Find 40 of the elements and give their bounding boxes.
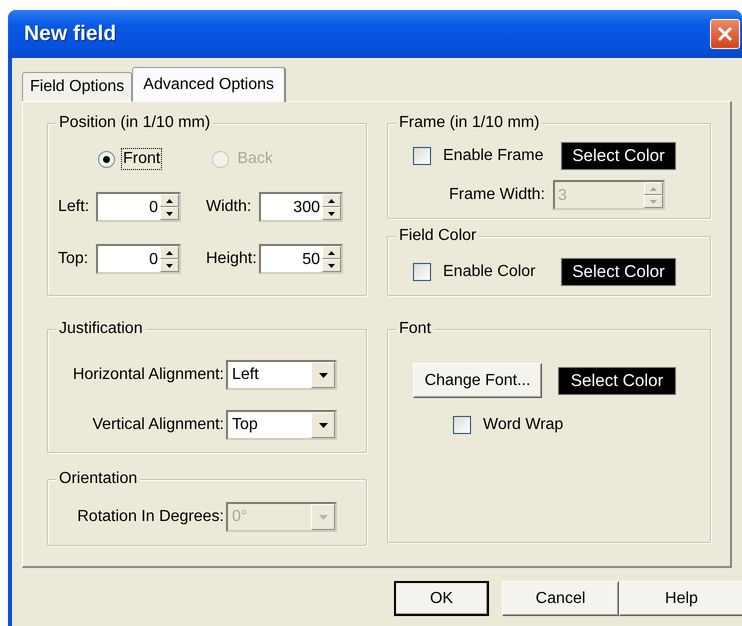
dialog-button[interactable]: Cancel bbox=[502, 581, 619, 616]
dropdown[interactable]: Top bbox=[226, 410, 337, 440]
checkbox-label: Enable Frame bbox=[443, 147, 544, 165]
checkbox[interactable] bbox=[413, 263, 431, 281]
radio-button[interactable] bbox=[98, 150, 115, 168]
dialog-button[interactable]: OK bbox=[394, 581, 489, 616]
checkbox-label: Word Wrap bbox=[483, 416, 564, 434]
group-title: Justification bbox=[59, 320, 143, 337]
close-button[interactable] bbox=[710, 19, 740, 49]
radio-label: Back bbox=[236, 149, 274, 169]
field-label: Horizontal Alignment: bbox=[72, 366, 224, 384]
checkbox-label: Enable Color bbox=[443, 263, 536, 281]
caret-icon bbox=[318, 372, 328, 378]
color-button[interactable]: Select Color bbox=[561, 142, 676, 170]
radio-label: Front bbox=[121, 148, 162, 170]
field-label: Top: bbox=[58, 250, 90, 268]
field-label: Height: bbox=[206, 250, 258, 268]
caret-icon bbox=[318, 514, 328, 520]
group-title: Position (in 1/10 mm) bbox=[59, 114, 210, 131]
dropdown[interactable]: Left bbox=[226, 360, 337, 390]
color-button[interactable]: Select Color bbox=[561, 258, 676, 286]
group-title: Orientation bbox=[59, 470, 138, 487]
group-title: Font bbox=[399, 320, 432, 337]
window-title: New field bbox=[23, 22, 116, 46]
field-label: Left: bbox=[58, 198, 90, 216]
field-label: Width: bbox=[206, 198, 252, 216]
tab[interactable]: Advanced Options bbox=[132, 67, 286, 102]
tab[interactable]: Field Options bbox=[22, 72, 132, 101]
change-font-button[interactable]: Change Font... bbox=[413, 363, 542, 398]
dialog-button[interactable]: Help bbox=[619, 581, 742, 616]
group-title: Frame (in 1/10 mm) bbox=[399, 114, 540, 131]
checkbox[interactable] bbox=[413, 147, 431, 165]
checkbox[interactable] bbox=[453, 416, 471, 434]
caret-icon bbox=[318, 422, 328, 428]
color-button[interactable]: Select Color bbox=[558, 366, 676, 394]
close-icon bbox=[717, 26, 733, 42]
field-label: Rotation In Degrees: bbox=[76, 508, 224, 526]
group-title: Field Color bbox=[399, 227, 476, 244]
field-label: Frame Width: bbox=[448, 186, 546, 204]
field-label: Vertical Alignment: bbox=[91, 416, 224, 434]
